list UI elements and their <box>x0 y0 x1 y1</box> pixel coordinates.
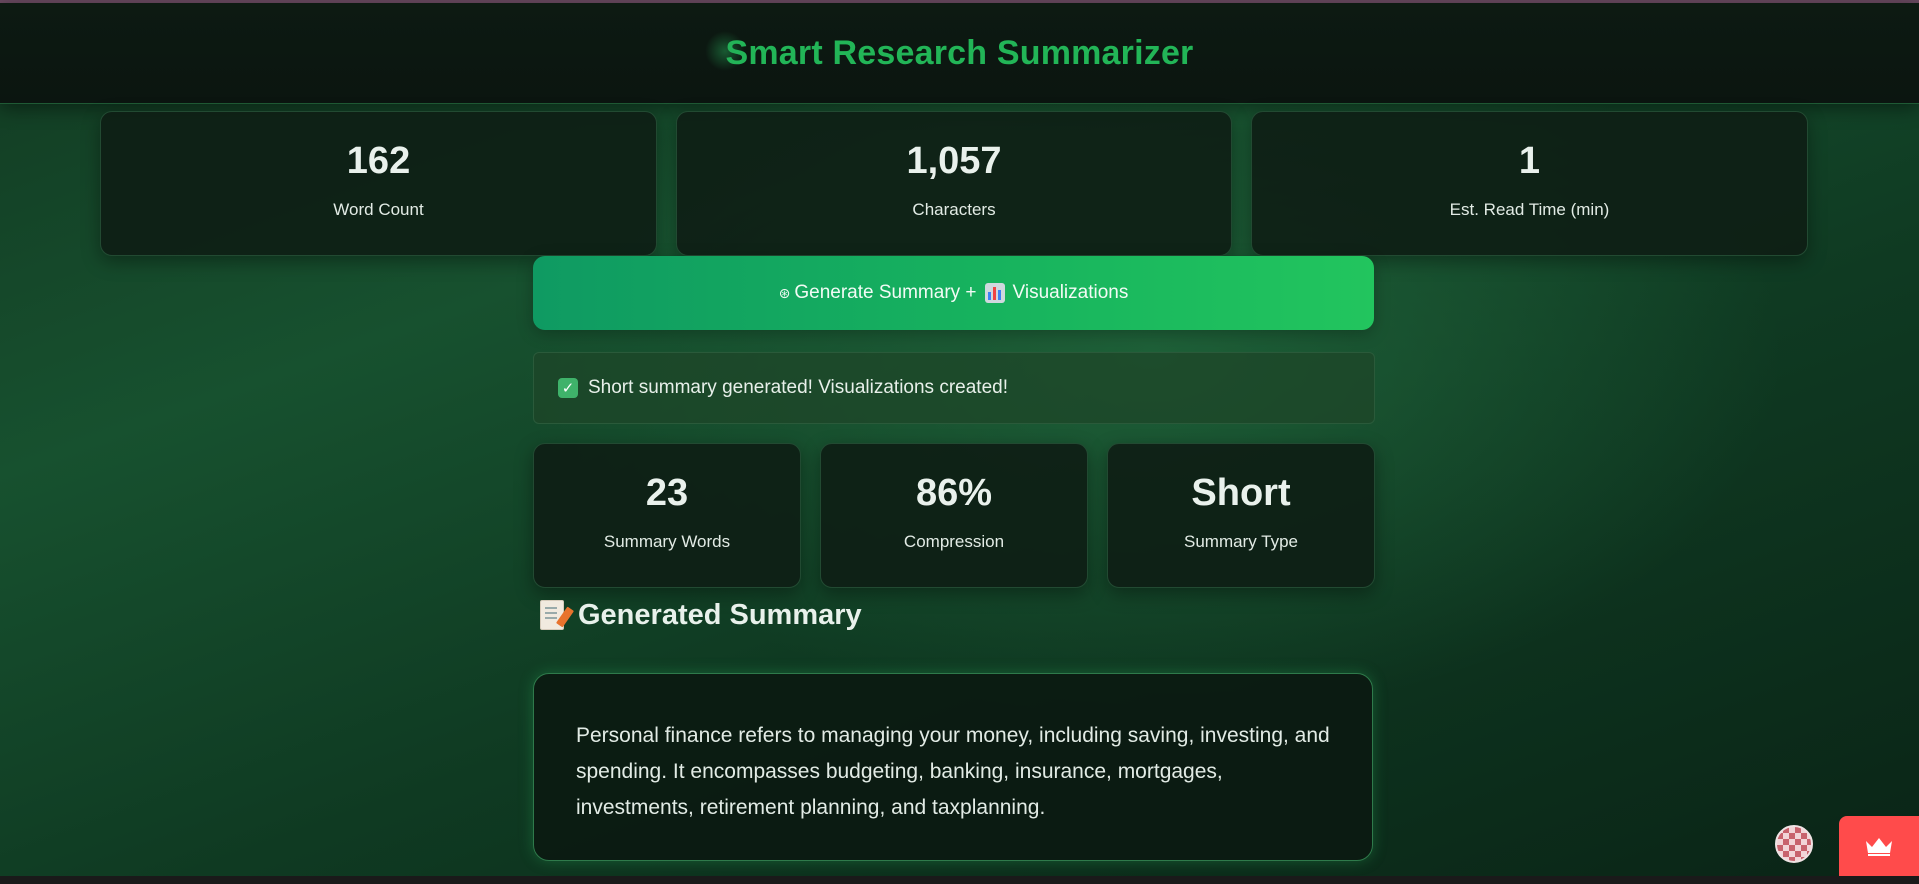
stat-value: 1,057 <box>906 140 1002 182</box>
summary-text-box: Personal finance refers to managing your… <box>533 673 1373 861</box>
header-glow-decoration <box>705 31 745 71</box>
bar-chart-icon <box>984 283 1005 303</box>
stat-value: 162 <box>346 140 411 182</box>
stat-card-read-time: 1 Est. Read Time (min) <box>1251 111 1808 256</box>
stat-value: 23 <box>645 472 689 514</box>
deploy-button[interactable] <box>1839 816 1919 876</box>
summary-stat-compression: 86% Compression <box>820 443 1088 588</box>
memo-icon <box>540 600 564 630</box>
summary-stat-type: Short Summary Type <box>1107 443 1375 588</box>
stat-label: Characters <box>912 200 996 219</box>
user-avatar[interactable] <box>1775 825 1813 863</box>
stat-label: Summary Type <box>1183 532 1298 551</box>
success-alert: ✓ Short summary generated! Visualization… <box>533 352 1375 424</box>
sparkle-icon: ⊛ <box>778 284 791 301</box>
page-title: Smart Research Summarizer <box>725 33 1194 72</box>
generated-summary-title: Generated Summary <box>578 598 862 631</box>
summary-stat-words: 23 Summary Words <box>533 443 801 588</box>
stat-label: Compression <box>903 532 1005 551</box>
generated-summary-heading: Generated Summary <box>540 595 862 635</box>
crown-icon <box>1866 838 1892 856</box>
stat-value: Short <box>1191 472 1291 514</box>
stat-value: 1 <box>1518 140 1541 182</box>
stat-label: Word Count <box>333 200 424 219</box>
generate-button-label: Generate Summary + <box>794 282 977 303</box>
generate-summary-button[interactable]: ⊛ Generate Summary + Visualizations <box>533 256 1374 330</box>
stat-value: 86% <box>915 472 993 514</box>
app-header: Smart Research Summarizer <box>0 3 1919 104</box>
success-message-text: Short summary generated! Visualizations … <box>588 377 1008 398</box>
summary-text: Personal finance refers to managing your… <box>576 724 1330 819</box>
stat-card-characters: 1,057 Characters <box>676 111 1232 256</box>
bottom-taskbar <box>0 876 1919 884</box>
checkmark-icon: ✓ <box>558 378 578 398</box>
stat-label: Est. Read Time (min) <box>1449 200 1610 219</box>
visualizations-label: Visualizations <box>1012 282 1129 303</box>
stat-card-word-count: 162 Word Count <box>100 111 657 256</box>
stat-label: Summary Words <box>603 532 731 551</box>
